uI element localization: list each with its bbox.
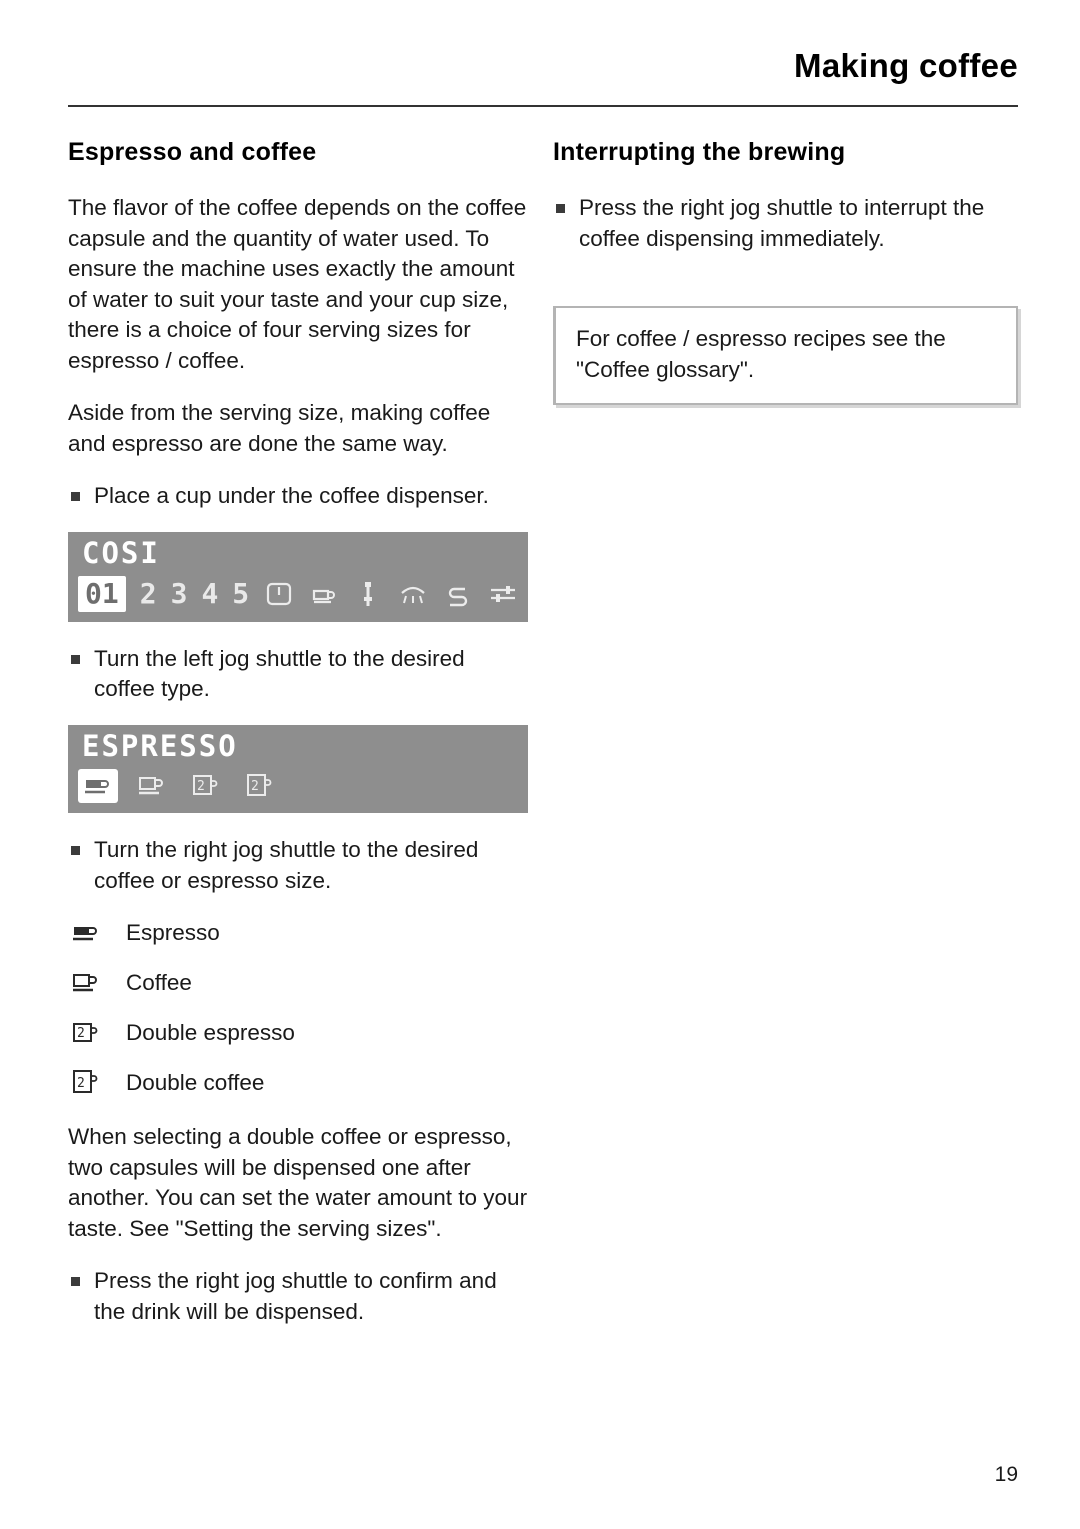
instruction-turn-left-jog-shuttle: Turn the left jog shuttle to the desired…	[68, 644, 528, 705]
paragraph-double-selection: When selecting a double coffee or espres…	[68, 1124, 528, 1241]
legend-label-coffee: Coffee	[126, 970, 192, 996]
page-title: Making coffee	[794, 47, 1018, 84]
cup-icon	[308, 577, 339, 611]
steam-wand-icon	[353, 577, 384, 611]
page-number: 19	[994, 1463, 1018, 1486]
instruction-turn-right-jog-shuttle: Turn the right jog shuttle to the desire…	[68, 835, 528, 896]
capsule-number-5: 5	[232, 576, 250, 610]
instruction-place-cup: Place a cup under the coffee dispenser.	[68, 481, 528, 512]
espresso-cup-icon	[78, 769, 118, 804]
capsule-number-2: 2	[139, 576, 157, 610]
legend-label-double-coffee: Double coffee	[126, 1070, 265, 1096]
double-coffee-icon: 2	[68, 1069, 106, 1097]
section-title-espresso-and-coffee: Espresso and coffee	[68, 138, 317, 166]
settings-slider-icon	[487, 577, 518, 611]
instruction-press-right-jog-shuttle: Press the right jog shuttle to confirm a…	[68, 1266, 528, 1327]
svg-text:2: 2	[77, 1076, 85, 1091]
paragraph-flavor: The flavor of the coffee depends on the …	[68, 195, 527, 373]
coffee-cup-icon	[132, 769, 172, 803]
paragraph-serving-size: Aside from the serving size, making coff…	[68, 400, 491, 456]
page-header: Making coffee	[68, 47, 1018, 84]
espresso-cup-icon	[68, 922, 106, 944]
display-title-espresso: ESPRESSO	[82, 728, 238, 763]
legend-item-double-espresso: 2 Double espresso	[68, 1016, 528, 1050]
coffee-cup-icon	[68, 972, 106, 994]
header-divider	[68, 105, 1018, 107]
legend-item-double-coffee: 2 Double coffee	[68, 1066, 528, 1100]
display-panel-espresso: ESPRESSO 2 2	[68, 724, 528, 814]
note-text: For coffee / espresso recipes see the "C…	[576, 326, 946, 382]
legend-item-espresso: Espresso	[68, 916, 528, 950]
note-box-coffee-glossary: For coffee / espresso recipes see the "C…	[553, 306, 1018, 405]
display-panel-cosi: COSI 01 2 3 4 5	[68, 531, 528, 622]
instruction-interrupt-dispensing: Press the right jog shuttle to interrupt…	[553, 193, 1018, 254]
legend-label-espresso: Espresso	[126, 920, 220, 946]
legend-label-double-espresso: Double espresso	[126, 1020, 295, 1046]
double-espresso-icon: 2	[186, 769, 226, 803]
capsule-number-4: 4	[201, 576, 219, 610]
svg-text:2: 2	[251, 779, 259, 794]
display-title-cosi: COSI	[82, 535, 160, 570]
legend-item-coffee: Coffee	[68, 966, 528, 1000]
section-title-interrupting-the-brewing: Interrupting the brewing	[553, 138, 846, 166]
double-espresso-icon: 2	[68, 1020, 106, 1046]
display-row-cosi-items: 01 2 3 4 5	[68, 572, 528, 622]
water-flow-icon	[442, 577, 473, 611]
capsule-number-01: 01	[78, 575, 126, 612]
power-icon	[263, 577, 294, 611]
display-row-espresso-items: 2 2	[68, 765, 528, 813]
left-column: Espresso and coffee The flavor of the co…	[68, 138, 528, 1347]
rinse-icon	[398, 577, 429, 611]
double-coffee-icon: 2	[240, 769, 280, 803]
svg-text:2: 2	[77, 1026, 85, 1041]
capsule-number-3: 3	[170, 576, 188, 610]
right-column: Interrupting the brewing Press the right…	[553, 138, 1018, 405]
svg-text:2: 2	[197, 779, 205, 794]
document-page: Making coffee Espresso and coffee The fl…	[0, 0, 1080, 1529]
